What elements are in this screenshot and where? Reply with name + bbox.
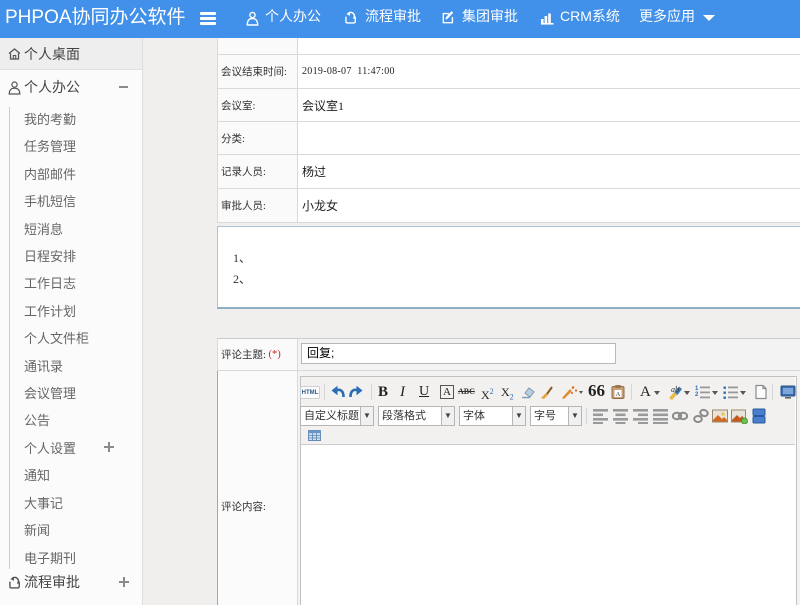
svg-text:A: A [616,391,621,398]
svg-text:ab: ab [671,385,679,394]
svg-text:2: 2 [695,392,699,398]
